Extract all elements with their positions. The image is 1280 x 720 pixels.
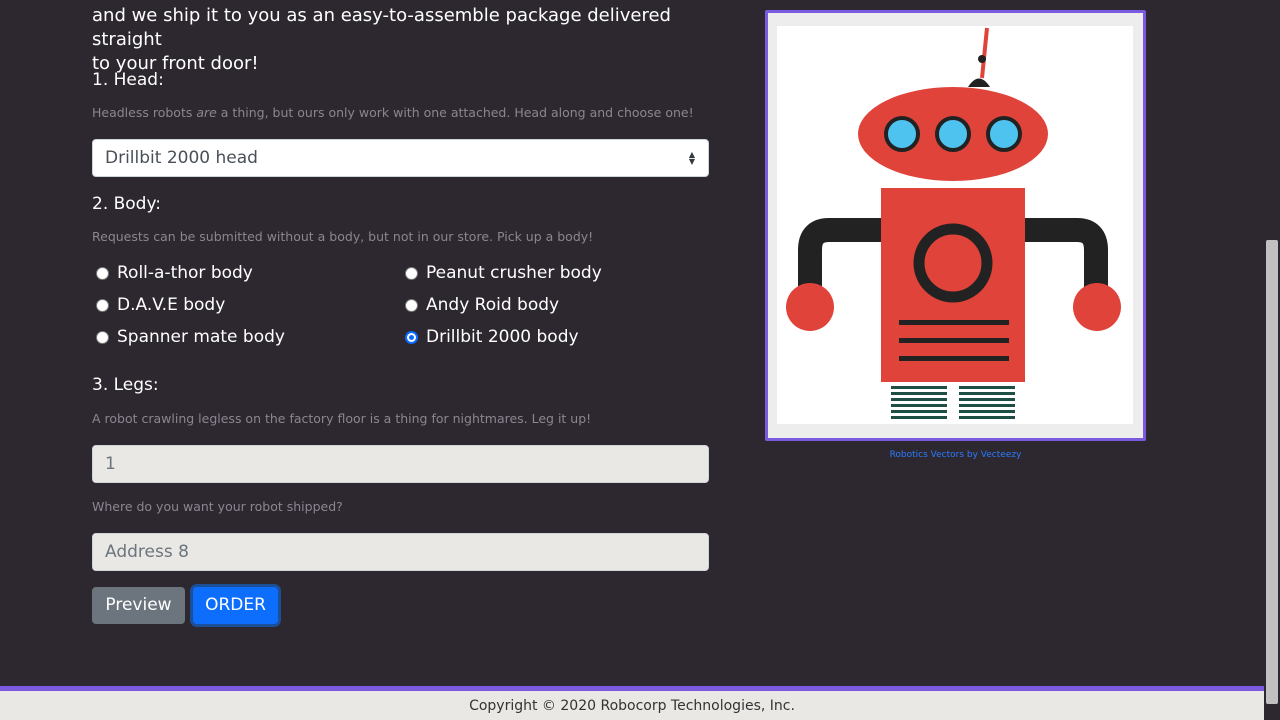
radio-button[interactable]	[405, 298, 418, 312]
body-option-label: D.A.V.E body	[117, 295, 226, 315]
intro-line-2: to your front door!	[92, 53, 259, 74]
head-select[interactable]: Drillbit 2000 head ▲ ▼	[92, 139, 709, 177]
robot-antenna	[980, 27, 989, 79]
intro-text: and we ship it to you as an easy-to-asse…	[92, 4, 732, 76]
page-scrollbar[interactable]	[1264, 0, 1280, 720]
radio-button[interactable]	[405, 266, 418, 280]
body-option-label: Drillbit 2000 body	[426, 327, 579, 347]
robot-hand-left	[786, 283, 834, 331]
body-option-roll-a-thor[interactable]: Roll-a-thor body	[96, 263, 253, 283]
robot-eye-right	[986, 116, 1022, 152]
body-option-label: Roll-a-thor body	[117, 263, 253, 283]
scrollbar-thumb[interactable]	[1266, 240, 1278, 704]
robot-eye-left	[884, 116, 920, 152]
address-input[interactable]: Address 8	[92, 533, 709, 571]
body-option-label: Peanut crusher body	[426, 263, 602, 283]
intro-line-1: and we ship it to you as an easy-to-asse…	[92, 5, 671, 50]
robot-leg-left	[891, 384, 947, 424]
head-select-value: Drillbit 2000 head	[105, 148, 258, 168]
robot-eye-middle	[935, 116, 971, 152]
body-option-peanut-crusher[interactable]: Peanut crusher body	[405, 263, 602, 283]
footer: Copyright © 2020 Robocorp Technologies, …	[0, 686, 1264, 720]
robot-antenna-base	[968, 78, 990, 87]
body-option-label: Andy Roid body	[426, 295, 560, 315]
order-button[interactable]: ORDER	[193, 587, 278, 624]
robot-hand-right	[1073, 283, 1121, 331]
radio-button-checked[interactable]	[405, 330, 418, 344]
head-label: 1. Head:	[92, 70, 164, 90]
body-hint: Requests can be submitted without a body…	[92, 229, 594, 244]
legs-label: 3. Legs:	[92, 375, 159, 395]
radio-button[interactable]	[96, 298, 109, 312]
robot-body-stripe	[899, 320, 1009, 325]
robot-body-stripe	[899, 356, 1009, 361]
legs-input-value: 1	[105, 454, 116, 474]
head-hint: Headless robots are a thing, but ours on…	[92, 105, 694, 120]
robot-body-stripe	[899, 338, 1009, 343]
radio-button[interactable]	[96, 330, 109, 344]
select-arrows-icon: ▲ ▼	[688, 150, 696, 166]
address-input-value: Address 8	[105, 542, 189, 562]
robot-image	[777, 26, 1133, 424]
preview-button[interactable]: Preview	[92, 587, 185, 624]
body-label: 2. Body:	[92, 194, 162, 214]
body-option-drillbit-2000[interactable]: Drillbit 2000 body	[405, 327, 579, 347]
radio-button[interactable]	[96, 266, 109, 280]
address-hint: Where do you want your robot shipped?	[92, 499, 343, 514]
body-option-spanner-mate[interactable]: Spanner mate body	[96, 327, 285, 347]
legs-input[interactable]: 1	[92, 445, 709, 483]
robot-antenna-knob	[978, 55, 986, 63]
footer-copyright: Copyright © 2020 Robocorp Technologies, …	[469, 698, 795, 714]
robot-leg-right	[959, 384, 1015, 424]
legs-hint: A robot crawling legless on the factory …	[92, 411, 592, 426]
robot-body	[881, 188, 1025, 382]
body-option-label: Spanner mate body	[117, 327, 285, 347]
body-option-andy-roid[interactable]: Andy Roid body	[405, 295, 559, 315]
body-option-dave[interactable]: D.A.V.E body	[96, 295, 225, 315]
robot-preview-frame	[765, 10, 1146, 441]
robot-illustration	[786, 27, 1121, 424]
image-credit-link[interactable]: Robotics Vectors by Vecteezy	[765, 450, 1146, 460]
